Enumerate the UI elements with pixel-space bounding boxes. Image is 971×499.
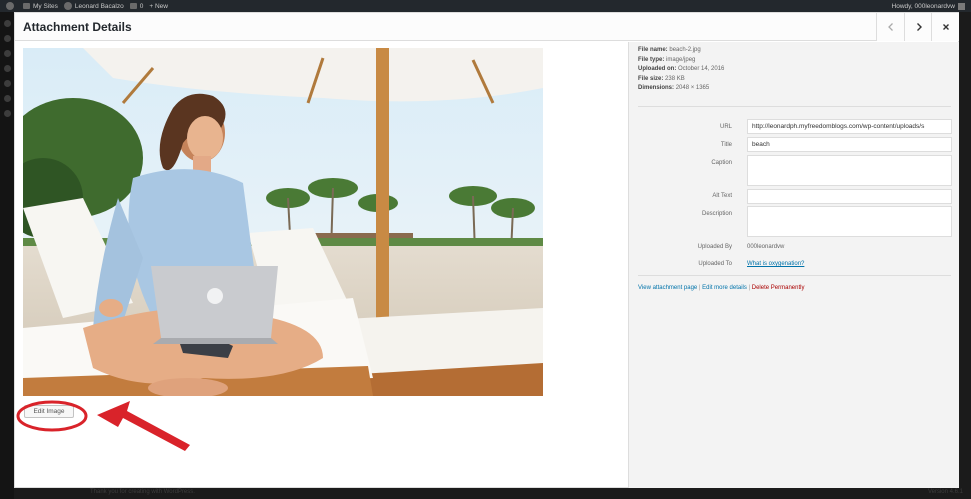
site-name-link[interactable]: Leonard Bacalzo — [63, 2, 124, 10]
pages-icon — [3, 80, 11, 87]
edit-image-button[interactable]: Edit Image — [24, 405, 74, 418]
file-type-line: File type: image/jpeg — [638, 56, 696, 63]
comments-icon — [3, 95, 11, 102]
chevron-left-icon — [887, 23, 893, 31]
account-menu[interactable]: Howdy, 000leonardvw — [892, 2, 965, 10]
home-icon — [63, 2, 72, 10]
divider — [638, 275, 951, 276]
admin-bar: My Sites Leonard Bacalzo 0 + New Howdy, … — [0, 0, 971, 12]
beach-photo — [23, 48, 543, 396]
description-field[interactable] — [747, 206, 952, 237]
footer-version: Version 4.6.1 — [927, 489, 963, 495]
close-icon — [942, 24, 949, 30]
footer-thanks: Thank you for creating with WordPress. — [90, 489, 195, 495]
file-info: File name: beach-2.jpg File type: image/… — [638, 46, 938, 94]
dimensions-line: Dimensions: 2048 × 1365 — [638, 85, 710, 91]
wordpress-logo-icon[interactable] — [6, 2, 17, 10]
close-modal-button[interactable] — [931, 13, 959, 41]
divider — [638, 106, 951, 107]
uploaded-to-link[interactable]: What is oxygenation? — [747, 261, 804, 267]
file-name-line: File name: beach-2.jpg — [638, 47, 701, 53]
sites-icon — [23, 3, 30, 9]
uploaded-on-line: Uploaded on: October 14, 2016 — [638, 66, 725, 72]
url-field[interactable] — [747, 119, 952, 134]
comment-icon — [129, 3, 137, 9]
modal-header: Attachment Details — [15, 13, 959, 41]
settings-icon — [3, 110, 11, 117]
annotation-arrow-icon — [16, 400, 190, 451]
attachment-image — [23, 48, 543, 396]
url-label: URL — [719, 124, 732, 130]
previous-attachment-button[interactable] — [876, 13, 904, 41]
uploaded-by-value: 000leonardvw — [747, 244, 785, 250]
chevron-right-icon — [916, 23, 922, 31]
dashboard-icon — [3, 20, 11, 27]
uploaded-to-label: Uploaded To — [698, 261, 732, 267]
description-label: Description — [701, 211, 732, 217]
comments-link[interactable]: 0 — [129, 3, 143, 10]
media-icon — [3, 65, 11, 72]
alt-text-field[interactable] — [747, 189, 952, 204]
next-attachment-button[interactable] — [904, 13, 932, 41]
caption-label: Caption — [711, 160, 732, 166]
alt-text-label: Alt Text — [712, 193, 732, 199]
attachment-info-panel: File name: beach-2.jpg File type: image/… — [628, 42, 959, 488]
uploaded-by-label: Uploaded By — [697, 244, 732, 250]
delete-permanently-link[interactable]: Delete Permanently — [752, 285, 805, 291]
edit-more-details-link[interactable]: Edit more details — [702, 285, 747, 291]
title-label: Title — [720, 142, 732, 148]
attachment-actions: View attachment page | Edit more details… — [638, 285, 805, 291]
modal-title: Attachment Details — [23, 20, 132, 34]
new-content-link[interactable]: + New — [149, 3, 168, 10]
attachment-details-modal: Attachment Details Edit Image File name:… — [14, 12, 959, 488]
caption-field[interactable] — [747, 155, 952, 186]
posts-icon — [3, 35, 11, 42]
admin-sidebar — [0, 12, 14, 499]
file-size-line: File size: 238 KB — [638, 75, 685, 82]
view-attachment-page-link[interactable]: View attachment page — [638, 285, 697, 291]
avatar — [958, 2, 965, 10]
pin-icon — [3, 50, 11, 57]
my-sites-link[interactable]: My Sites — [23, 3, 58, 10]
title-field[interactable] — [747, 137, 952, 152]
